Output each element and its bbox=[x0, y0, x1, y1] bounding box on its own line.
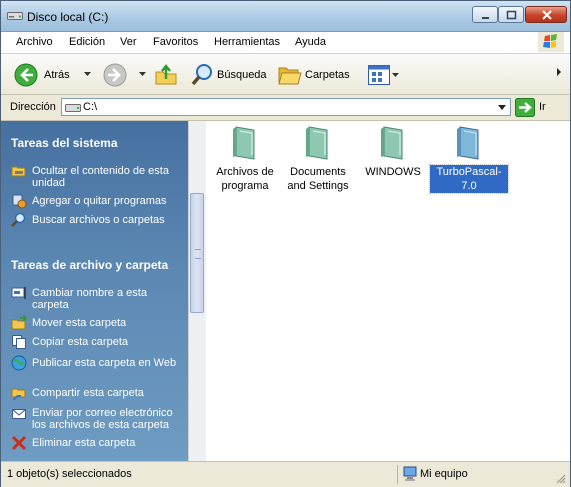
task-label: Cambiar nombre a esta carpeta bbox=[32, 287, 147, 311]
back-arrow-icon[interactable] bbox=[14, 63, 38, 87]
folder-item[interactable]: Documents and Settings bbox=[279, 126, 357, 193]
address-label: Dirección bbox=[10, 101, 56, 113]
menu-bar: Archivo Edición Ver Favoritos Herramient… bbox=[1, 32, 570, 54]
windows-logo-icon bbox=[538, 32, 564, 52]
move-icon bbox=[11, 315, 27, 330]
folder-name: WINDOWS bbox=[365, 166, 421, 178]
search-icon bbox=[11, 212, 26, 227]
search-magnifier-icon[interactable] bbox=[191, 63, 215, 87]
copy-icon bbox=[12, 335, 26, 349]
go-button-label[interactable]: Ir bbox=[539, 101, 546, 113]
task-label: Copiar esta carpeta bbox=[32, 336, 128, 348]
folder-name: Archivos de programa bbox=[216, 166, 274, 192]
folder-name: TurboPascal-7.0 bbox=[429, 164, 509, 194]
status-bar: 1 objeto(s) seleccionados Mi equipo bbox=[1, 461, 570, 487]
forward-arrow-icon[interactable] bbox=[103, 63, 127, 87]
folders-icon[interactable] bbox=[278, 64, 302, 86]
status-location: Mi equipo bbox=[420, 468, 468, 480]
address-dropdown-icon[interactable] bbox=[495, 100, 509, 114]
task-label: Publicar esta carpeta en Web bbox=[32, 357, 177, 369]
publish-web-icon bbox=[11, 355, 27, 371]
menu-ayuda[interactable]: Ayuda bbox=[295, 36, 326, 48]
folder-icon bbox=[457, 126, 479, 160]
drive-icon bbox=[7, 12, 23, 20]
views-dropdown-icon[interactable] bbox=[392, 71, 400, 79]
up-folder-icon[interactable] bbox=[154, 63, 178, 87]
maximize-icon bbox=[506, 10, 517, 20]
forward-dropdown-icon[interactable] bbox=[138, 70, 147, 79]
menu-ver[interactable]: Ver bbox=[120, 36, 137, 48]
task-label: Agregar o quitar programas bbox=[32, 195, 167, 207]
tasks-pane: Tareas del sistema Ocultar el contenido … bbox=[1, 121, 188, 461]
menu-favoritos[interactable]: Favoritos bbox=[153, 36, 198, 48]
address-bar: Dirección C:\ Ir bbox=[1, 95, 570, 121]
task-label: Enviar por correo electrónico los archiv… bbox=[32, 407, 173, 431]
back-dropdown-icon[interactable] bbox=[83, 70, 92, 79]
file-tasks-header[interactable]: Tareas de archivo y carpeta bbox=[11, 258, 168, 272]
toolbar-overflow-icon[interactable] bbox=[555, 67, 563, 77]
menu-herramientas[interactable]: Herramientas bbox=[214, 36, 280, 48]
status-divider bbox=[397, 465, 398, 484]
task-label: Buscar archivos o carpetas bbox=[32, 214, 165, 226]
menu-edicion[interactable]: Edición bbox=[69, 36, 105, 48]
go-arrow-icon[interactable] bbox=[515, 98, 535, 117]
standard-toolbar: Atrás Búsqueda Carpetas bbox=[1, 54, 570, 95]
my-computer-icon bbox=[403, 466, 417, 481]
folder-icon bbox=[381, 126, 403, 160]
views-icon[interactable] bbox=[368, 65, 390, 85]
menu-archivo[interactable]: Archivo bbox=[16, 36, 53, 48]
maximize-button[interactable] bbox=[498, 6, 524, 23]
task-label: Eliminar esta carpeta bbox=[32, 437, 136, 449]
scroll-grip-icon bbox=[195, 249, 201, 259]
task-label: Mover esta carpeta bbox=[32, 317, 127, 329]
task-label: Compartir esta carpeta bbox=[32, 387, 144, 399]
back-button-label[interactable]: Atrás bbox=[44, 69, 70, 81]
close-button[interactable] bbox=[525, 6, 567, 23]
resize-grip-icon[interactable] bbox=[554, 472, 566, 484]
minimize-icon bbox=[482, 17, 489, 19]
folder-item[interactable]: Archivos de programa bbox=[206, 126, 284, 193]
title-bar[interactable]: Disco local (C:) bbox=[1, 1, 570, 32]
folder-item[interactable]: WINDOWS bbox=[354, 126, 432, 179]
folder-name: Documents and Settings bbox=[287, 166, 349, 192]
window-title: Disco local (C:) bbox=[27, 10, 109, 24]
delete-icon bbox=[11, 435, 27, 451]
folder-view[interactable]: Archivos de programa Documents and Setti… bbox=[206, 121, 570, 461]
search-button-label[interactable]: Búsqueda bbox=[217, 69, 267, 81]
address-input[interactable]: C:\ bbox=[61, 98, 511, 116]
share-icon bbox=[11, 388, 26, 401]
explorer-window: Disco local (C:) Archivo Edición Ver Fav… bbox=[0, 0, 571, 487]
minimize-button[interactable] bbox=[472, 6, 498, 23]
folder-icon bbox=[306, 126, 328, 160]
status-selection: 1 objeto(s) seleccionados bbox=[7, 468, 132, 480]
hide-contents-icon bbox=[11, 166, 26, 177]
scrollbar-thumb[interactable] bbox=[190, 193, 204, 313]
address-value: C:\ bbox=[83, 101, 98, 113]
system-tasks-header[interactable]: Tareas del sistema bbox=[11, 136, 118, 150]
task-label: Ocultar el contenido de esta unidad bbox=[32, 165, 169, 189]
drive-icon bbox=[65, 104, 81, 112]
folders-button-label[interactable]: Carpetas bbox=[305, 69, 350, 81]
add-remove-programs-icon bbox=[12, 194, 27, 209]
folder-item-selected[interactable]: TurboPascal-7.0 bbox=[429, 126, 509, 194]
rename-icon bbox=[11, 287, 26, 299]
folder-icon bbox=[233, 126, 255, 160]
close-icon bbox=[542, 10, 552, 20]
email-icon bbox=[12, 409, 26, 419]
tasks-scrollbar[interactable] bbox=[188, 121, 206, 461]
